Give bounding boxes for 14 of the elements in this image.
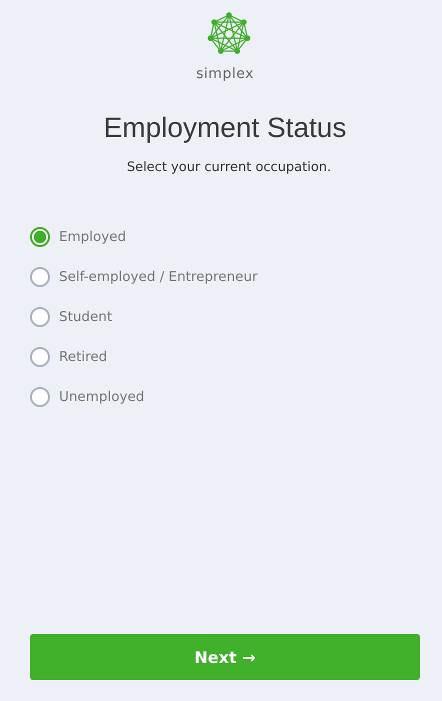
radio-button[interactable] bbox=[30, 227, 50, 247]
option-label[interactable]: Unemployed bbox=[59, 389, 144, 405]
next-button[interactable]: Next → bbox=[30, 634, 420, 680]
option-label[interactable]: Retired bbox=[59, 349, 108, 365]
radio-button[interactable] bbox=[30, 267, 50, 287]
brand-name: simplex bbox=[196, 66, 254, 82]
page-title: Employment Status bbox=[102, 112, 348, 144]
option-label[interactable]: Student bbox=[59, 309, 112, 325]
page-subtitle: Select your current occupation. bbox=[126, 160, 332, 175]
radio-button[interactable] bbox=[30, 307, 50, 327]
radio-button[interactable] bbox=[30, 347, 50, 367]
option-label[interactable]: Employed bbox=[59, 229, 126, 245]
option-label[interactable]: Self-employed / Entrepreneur bbox=[59, 269, 258, 285]
radio-button[interactable] bbox=[30, 387, 50, 407]
